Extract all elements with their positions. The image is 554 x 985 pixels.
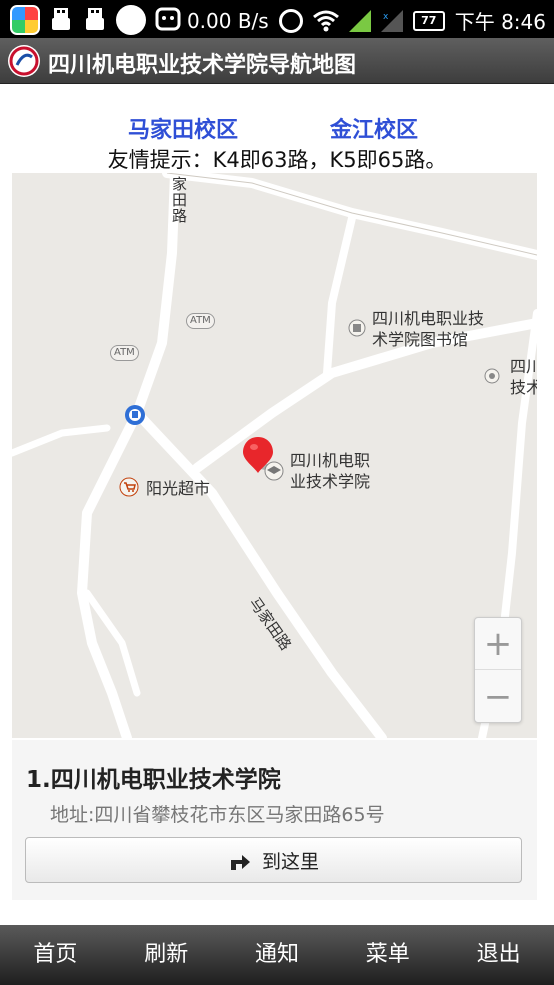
school-label-line2: 业技术学院 <box>290 472 371 491</box>
turn-arrow-icon <box>230 855 250 870</box>
campus-link-majiatian[interactable]: 马家田校区 <box>128 112 238 144</box>
poi-dot-icon <box>484 368 500 384</box>
map-view[interactable]: 家 田 路 马家田路 ATM ATM 四川机电职业技 术学院图书馆 四川 技术 … <box>12 173 537 738</box>
title-bar: 四川机电职业技术学院导航地图 <box>0 38 554 84</box>
library-label-line2: 术学院图书馆 <box>372 330 469 349</box>
signal-icon <box>348 9 371 32</box>
library-icon <box>348 319 366 337</box>
school-label-line1: 四川机电职 <box>290 451 371 470</box>
app-notification-icon <box>10 5 40 35</box>
signal-2-icon: x <box>380 9 403 32</box>
library-label-line1: 四川机电职业技 <box>372 309 485 328</box>
menu-notify[interactable]: 通知 <box>222 925 333 985</box>
result-address: 地址:四川省攀枝花市东区马家田路65号 <box>50 804 385 826</box>
atm-icon: ATM <box>186 313 215 329</box>
menu-exit[interactable]: 退出 <box>443 925 554 985</box>
zoom-control: + − <box>474 617 522 723</box>
usb-debug-icon <box>82 5 108 35</box>
bus-stop-icon[interactable] <box>124 404 146 426</box>
cat-app-icon <box>154 4 182 36</box>
zoom-out-button[interactable]: − <box>475 671 521 723</box>
supermarket-label[interactable]: 阳光超市 <box>146 478 210 499</box>
menu-refresh[interactable]: 刷新 <box>111 925 222 985</box>
battery-icon: 77 <box>412 10 445 31</box>
college-logo-icon <box>8 45 40 77</box>
school-label[interactable]: 四川机电职 业技术学院 <box>290 450 370 492</box>
school-icon <box>264 461 284 481</box>
wifi-icon <box>312 10 339 31</box>
chat-app-icon <box>116 5 146 35</box>
bottom-menu: 首页 刷新 通知 菜单 退出 <box>0 925 554 985</box>
shopping-cart-icon <box>119 477 139 497</box>
atm-icon: ATM <box>110 345 139 361</box>
result-panel: 1.四川机电职业技术学院 地址:四川省攀枝花市东区马家田路65号 到这里 <box>12 740 537 900</box>
edge-poi-label[interactable]: 四川 技术 <box>510 356 537 398</box>
menu-menu[interactable]: 菜单 <box>332 925 443 985</box>
zoom-in-button[interactable]: + <box>475 618 521 670</box>
result-title: 1.四川机电职业技术学院 <box>26 767 281 793</box>
usb-icon <box>48 5 74 35</box>
network-speed: 0.00 B/s <box>186 8 269 33</box>
route-here-label: 到这里 <box>261 850 319 873</box>
alarm-icon <box>278 8 303 33</box>
campus-links: 马家田校区 金江校区 <box>0 112 554 144</box>
menu-home[interactable]: 首页 <box>0 925 111 985</box>
svg-text:x: x <box>383 12 389 22</box>
road-label-lu: 路 <box>172 207 188 225</box>
route-here-button[interactable]: 到这里 <box>25 837 522 883</box>
page-title: 四川机电职业技术学院导航地图 <box>48 53 357 78</box>
campus-link-jinjiang[interactable]: 金江校区 <box>330 112 418 144</box>
library-label[interactable]: 四川机电职业技 术学院图书馆 <box>372 308 484 350</box>
edge-poi-line2: 技术 <box>510 378 537 397</box>
edge-poi-line1: 四川 <box>510 357 537 376</box>
clock: 下午 8:46 <box>454 10 546 34</box>
status-bar: 0.00 B/s x 77 下午 8:46 <box>0 0 554 38</box>
bus-tip: 友情提示：K4即63路，K5即65路。 <box>107 148 447 172</box>
